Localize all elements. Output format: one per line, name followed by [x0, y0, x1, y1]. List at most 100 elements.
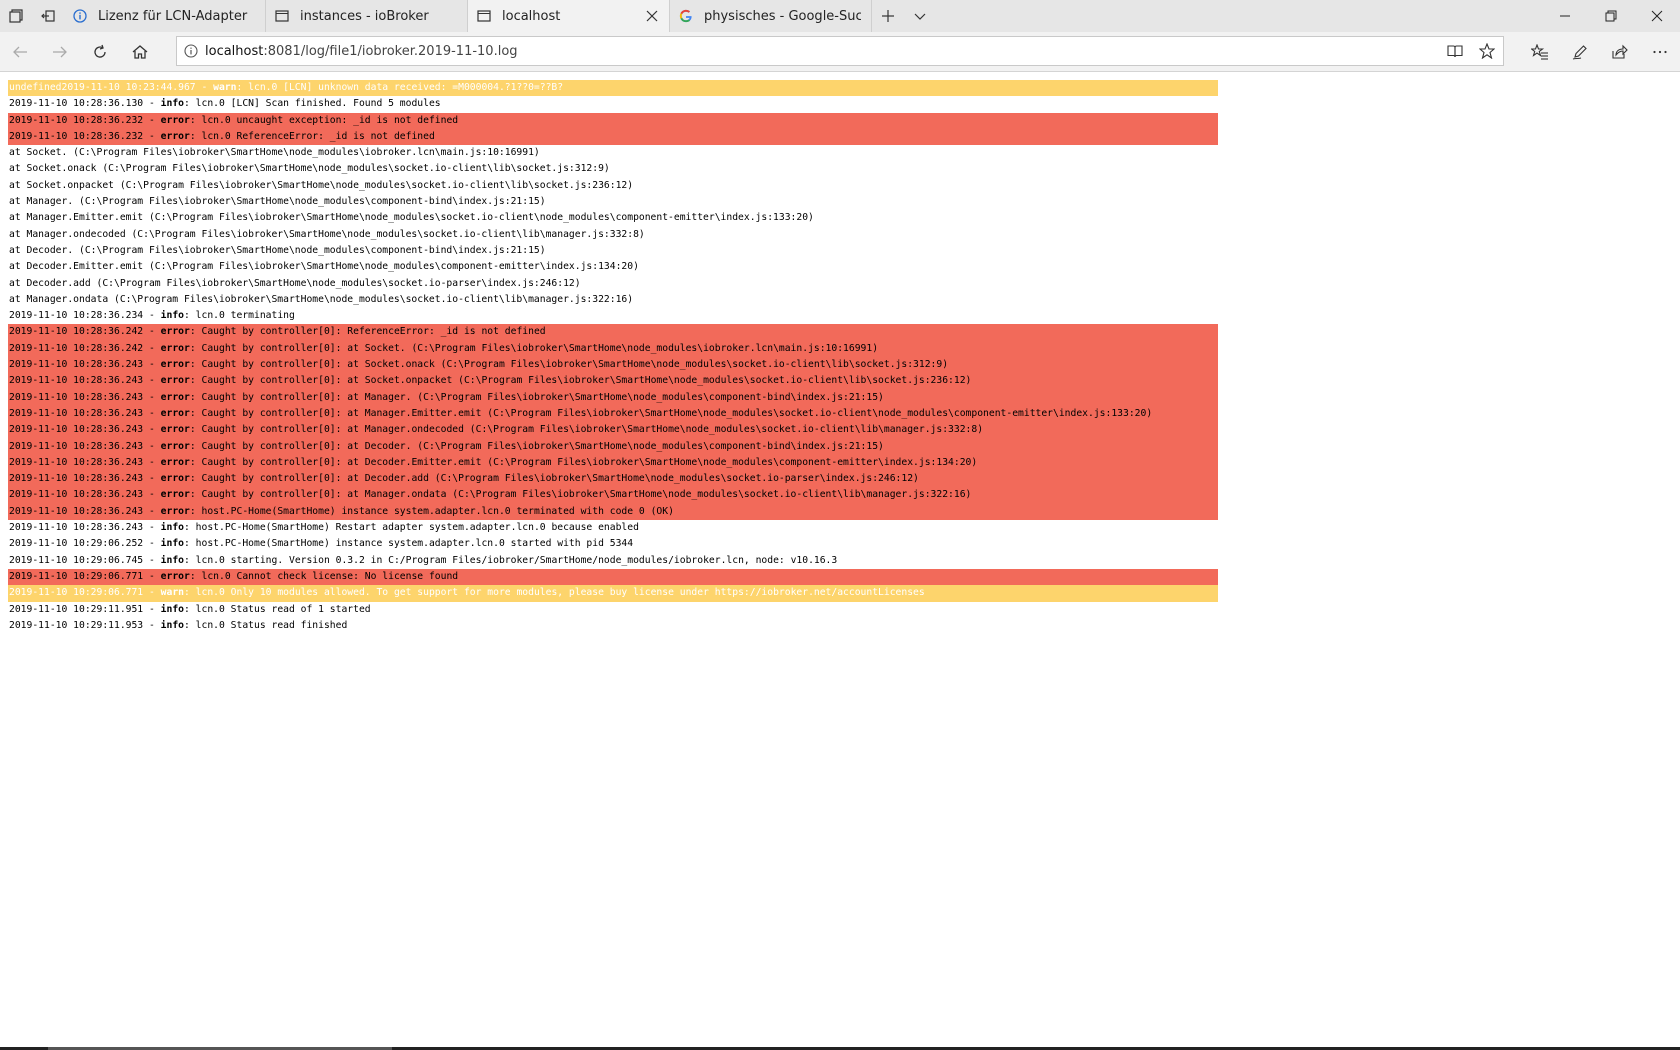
log-message: : Caught by controller[0]: at Socket.ona… [189, 359, 949, 371]
log-level: info [160, 310, 184, 322]
log-message: : lcn.0 ReferenceError: _id is not defin… [189, 130, 435, 142]
forward-button[interactable] [44, 36, 76, 68]
log-line-error: 2019-11-10 10:28:36.242 - error: Caught … [8, 340, 1218, 358]
log-message: : lcn.0 [LCN] unknown data received: =M0… [236, 82, 564, 93]
log-level: error [160, 114, 190, 126]
share-icon [1612, 44, 1628, 59]
refresh-icon [94, 44, 106, 58]
favorite-star-icon[interactable] [1471, 37, 1503, 65]
tab-instances[interactable]: instances - ioBroker [266, 0, 468, 32]
log-line-plain: at Socket.onpacket (C:\Program Files\iob… [8, 178, 1218, 194]
back-button[interactable] [4, 36, 36, 68]
log-line-plain: at Decoder.add (C:\Program Files\iobroke… [8, 276, 1218, 292]
log-line-plain: at Socket. (C:\Program Files\iobroker\Sm… [8, 145, 1218, 161]
tab-manager-button[interactable] [0, 0, 32, 32]
log-line-info: 2019-11-10 10:29:06.252 - info: host.PC-… [8, 536, 1218, 552]
favorites-list-icon [1531, 44, 1548, 60]
close-tab-icon[interactable] [645, 9, 659, 23]
home-button[interactable] [124, 36, 156, 68]
tab-lizenz[interactable]: Lizenz für LCN-Adapter [64, 0, 266, 32]
log-timestamp: 2019-11-10 10:28:36.243 - [9, 424, 161, 436]
log-message: : lcn.0 Only 10 modules allowed. To get … [184, 587, 925, 599]
close-icon [1651, 10, 1663, 22]
arrow-left-icon [13, 46, 27, 58]
log-line-error: 2019-11-10 10:28:36.243 - error: Caught … [8, 487, 1218, 504]
log-level: error [160, 326, 190, 338]
log-timestamp: 2019-11-10 10:28:36.232 - [9, 130, 161, 142]
log-message: : Caught by controller[0]: at Socket.onp… [189, 375, 972, 387]
set-aside-icon [41, 10, 55, 22]
minimize-icon [1560, 15, 1570, 17]
chevron-down-icon [914, 13, 926, 20]
log-timestamp: 2019-11-10 10:28:36.242 - [9, 342, 161, 354]
log-line-info: 2019-11-10 10:28:36.243 - info: host.PC-… [8, 520, 1218, 536]
log-level: error [160, 359, 190, 371]
log-timestamp: 2019-11-10 10:29:06.252 - [9, 538, 161, 550]
log-message: : Caught by controller[0]: at Decoder. (… [189, 440, 884, 452]
tab-title: instances - ioBroker [300, 8, 429, 24]
share-button[interactable] [1604, 36, 1636, 68]
log-line-error: 2019-11-10 10:28:36.232 - error: lcn.0 R… [8, 128, 1218, 146]
log-message: at Decoder. (C:\Program Files\iobroker\S… [9, 244, 546, 256]
site-info-icon[interactable] [177, 37, 205, 65]
google-icon [678, 8, 694, 24]
log-line-error: 2019-11-10 10:28:36.243 - error: Caught … [8, 438, 1218, 455]
log-level: error [160, 375, 190, 387]
restore-button[interactable] [1588, 0, 1634, 32]
log-line-error: 2019-11-10 10:28:36.243 - error: Caught … [8, 373, 1218, 390]
log-message: at Manager. (C:\Program Files\iobroker\S… [9, 196, 546, 208]
log-timestamp: 2019-11-10 10:28:36.243 - [9, 522, 161, 534]
log-level: error [160, 130, 190, 142]
log-level: error [160, 489, 190, 501]
log-message: : lcn.0 Cannot check license: No license… [189, 570, 459, 582]
log-level: info [160, 619, 184, 631]
log-message: at Socket. (C:\Program Files\iobroker\Sm… [9, 147, 540, 159]
log-line-info: 2019-11-10 10:28:36.234 - info: lcn.0 te… [8, 308, 1218, 324]
log-timestamp: 2019-11-10 10:28:36.243 - [9, 359, 161, 371]
log-output: undefined2019-11-10 10:23:44.967 - warn:… [8, 80, 1218, 634]
page-content: undefined2019-11-10 10:23:44.967 - warn:… [0, 72, 1680, 1050]
log-message: : lcn.0 uncaught exception: _id is not d… [189, 114, 459, 126]
address-bar[interactable]: localhost:8081/log/file1/iobroker.2019-1… [176, 36, 1504, 66]
log-line-plain: at Manager.Emitter.emit (C:\Program File… [8, 210, 1218, 226]
log-level: info [160, 554, 184, 566]
new-tab-button[interactable] [872, 0, 904, 32]
minimize-button[interactable] [1542, 0, 1588, 32]
log-message: at Decoder.Emitter.emit (C:\Program File… [9, 261, 639, 273]
log-line-plain: at Manager.ondata (C:\Program Files\iobr… [8, 292, 1218, 308]
plus-icon [882, 10, 894, 22]
url-text[interactable]: localhost:8081/log/file1/iobroker.2019-1… [205, 44, 518, 59]
log-timestamp: 2019-11-10 10:28:36.243 - [9, 375, 161, 387]
log-timestamp: 2019-11-10 10:28:36.243 - [9, 505, 161, 517]
log-message: : lcn.0 terminating [184, 310, 295, 322]
add-notes-button[interactable] [1564, 36, 1596, 68]
log-line-error: 2019-11-10 10:28:36.232 - error: lcn.0 u… [8, 112, 1218, 129]
info-circle-icon [72, 8, 88, 24]
tab-preview-button[interactable] [904, 0, 936, 32]
log-timestamp: 2019-11-10 10:29:06.745 - [9, 554, 161, 566]
refresh-button[interactable] [84, 36, 116, 68]
tab-google-search[interactable]: physisches - Google-Suche [670, 0, 872, 32]
tab-localhost[interactable]: localhost [468, 0, 670, 32]
log-message: : Caught by controller[0]: at Manager.on… [189, 424, 984, 436]
log-timestamp: 2019-11-10 10:28:36.242 - [9, 326, 161, 338]
log-line-error: 2019-11-10 10:28:36.243 - error: Caught … [8, 389, 1218, 406]
home-icon [132, 45, 148, 59]
log-line-error: 2019-11-10 10:28:36.243 - error: Caught … [8, 357, 1218, 374]
log-level: info [160, 522, 184, 534]
log-message: at Manager.Emitter.emit (C:\Program File… [9, 212, 814, 224]
set-aside-tabs-button[interactable] [32, 0, 64, 32]
navigation-bar: localhost:8081/log/file1/iobroker.2019-1… [0, 32, 1680, 72]
reading-view-icon[interactable] [1439, 37, 1471, 65]
url-path: :8081/log/file1/iobroker.2019-11-10.log [263, 43, 518, 59]
log-line-error: 2019-11-10 10:28:36.243 - error: Caught … [8, 422, 1218, 439]
log-line-plain: at Decoder. (C:\Program Files\iobroker\S… [8, 243, 1218, 259]
favorites-hub-button[interactable] [1524, 36, 1556, 68]
log-message: : Caught by controller[0]: at Decoder.Em… [189, 456, 978, 468]
log-line-info: 2019-11-10 10:29:11.953 - info: lcn.0 St… [8, 618, 1218, 634]
log-level: error [160, 570, 190, 582]
log-level: error [160, 473, 190, 485]
close-window-button[interactable] [1634, 0, 1680, 32]
settings-more-button[interactable] [1644, 36, 1676, 68]
tab-strip: Lizenz für LCN-Adapter instances - ioBro… [0, 0, 1680, 32]
